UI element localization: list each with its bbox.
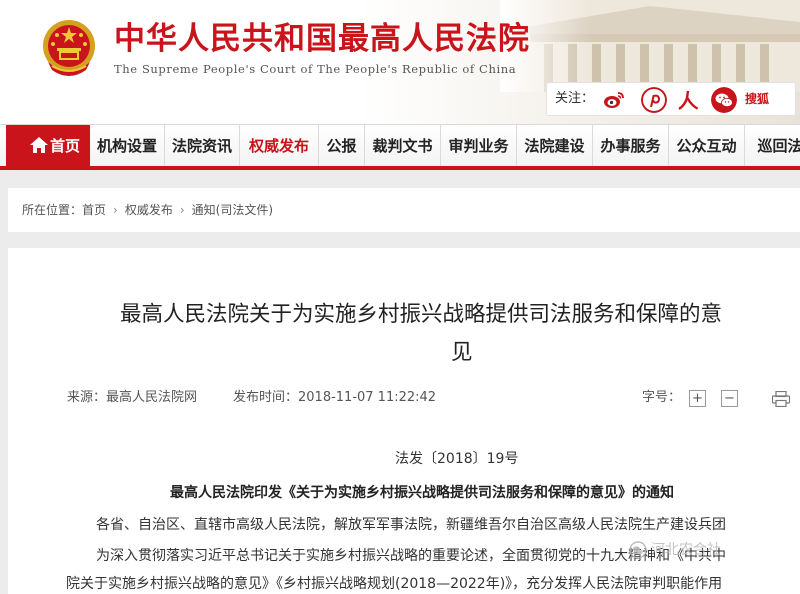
nav-item-organization[interactable]: 机构设置 xyxy=(90,125,165,166)
nav-item-gazette[interactable]: 公报 xyxy=(319,125,365,166)
follow-label: 关注： xyxy=(555,91,595,106)
breadcrumb: 所在位置：首页 › 权威发布 › 通知(司法文件) xyxy=(8,188,800,232)
article-publish-time: 发布时间：2018-11-07 11:22:42 xyxy=(233,390,437,405)
national-emblem-icon xyxy=(43,20,95,76)
breadcrumb-link-release[interactable]: 权威发布 xyxy=(125,203,173,217)
nav-item-home[interactable]: 首页 xyxy=(6,125,90,166)
nav-item-court-building[interactable]: 法院建设 xyxy=(517,125,593,166)
main-nav: 首页 机构设置 法院资讯 权威发布 公报 裁判文书 审判业务 法院建设 办事服务… xyxy=(0,124,800,170)
body-paragraph: 院关于实施乡村振兴战略的意见》《乡村振兴战略规划(2018—2022年)》，充分… xyxy=(66,576,723,592)
nav-item-label: 首页 xyxy=(50,137,81,155)
breadcrumb-prefix: 所在位置： xyxy=(22,203,83,217)
weibo-icon[interactable] xyxy=(601,87,627,113)
sohu-link[interactable]: 搜狐 xyxy=(745,91,769,107)
wechat-icon[interactable] xyxy=(711,87,737,113)
court-building-image xyxy=(500,0,800,92)
site-subtitle: The Supreme People's Court of The People… xyxy=(114,62,517,76)
font-decrease-button[interactable]: − xyxy=(721,390,738,407)
article-subtitle: 最高人民法院印发《关于为实施乡村振兴战略提供司法服务和保障的意见》的通知 xyxy=(170,485,674,501)
print-icon[interactable] xyxy=(772,391,790,407)
nav-item-interaction[interactable]: 公众互动 xyxy=(669,125,745,166)
home-icon xyxy=(30,137,48,153)
site-title: 中华人民共和国最高人民法院 xyxy=(114,21,530,57)
breadcrumb-link-notice[interactable]: 通知(司法文件) xyxy=(192,203,273,217)
font-size-control: 字号： + − xyxy=(642,388,738,408)
watermark: 河北农合社 xyxy=(651,542,721,558)
nav-item-court-news[interactable]: 法院资讯 xyxy=(165,125,240,166)
nav-item-judgments[interactable]: 裁判文书 xyxy=(365,125,441,166)
nav-item-services[interactable]: 办事服务 xyxy=(593,125,669,166)
site-header: 中华人民共和国最高人民法院 The Supreme People's Court… xyxy=(0,0,800,124)
social-follow-bar: 关注： 搜狐 xyxy=(546,82,796,116)
article-title-line2: 见 xyxy=(451,340,473,365)
breadcrumb-separator: › xyxy=(179,203,185,217)
breadcrumb-separator: › xyxy=(113,203,118,217)
font-increase-button[interactable]: + xyxy=(689,390,706,407)
body-paragraph: 各省、自治区、直辖市高级人民法院，解放军军事法院，新疆维吾尔自治区高级人民法院生… xyxy=(96,517,726,533)
document-number: 法发〔2018〕19号 xyxy=(395,451,519,467)
watermark-logo-icon xyxy=(629,541,647,559)
article-card: 最高人民法院关于为实施乡村振兴战略提供司法服务和保障的意 见 来源：最高人民法院… xyxy=(8,248,800,594)
nav-item-circuit-court[interactable]: 巡回法 xyxy=(745,125,800,166)
people-icon[interactable] xyxy=(675,87,701,113)
font-size-label: 字号： xyxy=(642,390,682,405)
breadcrumb-link-home[interactable]: 首页 xyxy=(82,203,106,217)
nav-item-trial-business[interactable]: 审判业务 xyxy=(441,125,517,166)
article-title-line1: 最高人民法院关于为实施乡村振兴战略提供司法服务和保障的意 xyxy=(120,302,723,327)
nav-item-authoritative-release[interactable]: 权威发布 xyxy=(240,125,319,166)
pinterest-style-icon[interactable] xyxy=(641,87,667,113)
article-source: 来源：最高人民法院网 xyxy=(67,390,198,405)
